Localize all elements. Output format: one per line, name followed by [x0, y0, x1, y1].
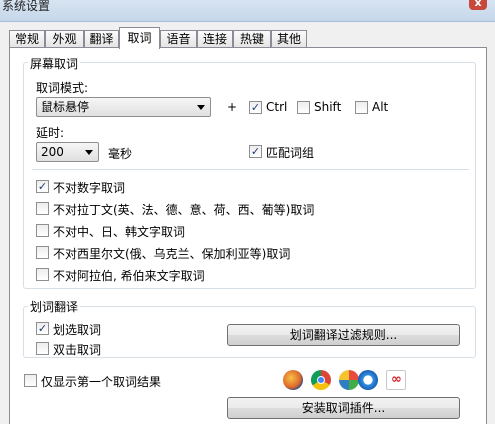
- exclusion-label-numbers: 不对数字取词: [53, 181, 126, 195]
- window-title: 系统设置: [2, 0, 51, 13]
- first-result-only-checkbox[interactable]: [24, 374, 37, 387]
- shift-label: Shift: [314, 100, 342, 114]
- delay-label: 延时:: [36, 126, 65, 140]
- divider: [32, 169, 469, 170]
- mode-label: 取词模式:: [36, 81, 89, 95]
- tab-other[interactable]: 其他: [271, 30, 307, 48]
- ctrl-label: Ctrl: [266, 100, 288, 114]
- tab-appearance[interactable]: 外观: [45, 30, 84, 48]
- select-capture-checkbox[interactable]: ✓: [36, 322, 49, 335]
- exclusion-label-latin: 不对拉丁文(英、法、德、意、荷、西、葡等)取词: [53, 203, 315, 217]
- exclusion-checkbox-latin[interactable]: [36, 202, 49, 215]
- mode-select-value: 鼠标悬停: [41, 100, 90, 114]
- delay-unit: 毫秒: [108, 147, 133, 161]
- exclusion-checkbox-arabic[interactable]: [36, 268, 49, 281]
- tab-voice[interactable]: 语音: [160, 30, 197, 48]
- acrobat-icon[interactable]: ∞: [386, 370, 406, 390]
- tab-translate[interactable]: 翻译: [84, 30, 119, 48]
- exclusion-label-arabic: 不对阿拉伯, 希伯来文字取词: [53, 269, 205, 283]
- check-icon: ✓: [37, 322, 48, 335]
- alt-checkbox[interactable]: [355, 101, 368, 114]
- check-icon: ✓: [250, 145, 261, 158]
- match-phrase-label: 匹配词组: [266, 146, 315, 160]
- screen-capture-title: 屏幕取词: [28, 55, 81, 72]
- chevron-down-icon: [197, 105, 205, 110]
- check-icon: ✓: [250, 101, 261, 114]
- match-phrase-checkbox[interactable]: ✓: [249, 145, 262, 158]
- title-bar: 系统设置 x: [0, 0, 495, 22]
- delay-select[interactable]: 200: [36, 142, 99, 162]
- select-translate-title: 划词翻译: [28, 298, 81, 315]
- exclusion-checkbox-numbers[interactable]: ✓: [36, 180, 49, 193]
- maxthon-icon[interactable]: [339, 370, 359, 390]
- chevron-down-icon: [85, 150, 93, 155]
- tab-connection[interactable]: 连接: [197, 30, 233, 48]
- install-plugin-button[interactable]: 安装取词插件...: [227, 397, 460, 419]
- shift-checkbox[interactable]: [297, 101, 310, 114]
- tab-general[interactable]: 常规: [9, 30, 45, 48]
- plus-sign: +: [227, 100, 238, 114]
- exclusion-checkbox-cyrillic[interactable]: [36, 246, 49, 259]
- select-capture-label: 划选取词: [53, 323, 102, 337]
- ie-icon[interactable]: [358, 370, 378, 390]
- exclusion-label-cjk: 不对中、日、韩文字取词: [53, 225, 186, 239]
- mode-select[interactable]: 鼠标悬停: [36, 97, 211, 117]
- close-icon[interactable]: x: [469, 0, 487, 10]
- tab-hotkeys[interactable]: 热键: [233, 30, 271, 48]
- settings-panel: 屏幕取词 取词模式: 鼠标悬停 + ✓ Ctrl Shift Alt 延时: 2…: [9, 47, 487, 424]
- exclusion-checkbox-cjk[interactable]: [36, 224, 49, 237]
- delay-select-value: 200: [41, 145, 64, 159]
- first-result-only-label: 仅显示第一个取词结果: [41, 375, 162, 389]
- chrome-center: [317, 376, 325, 384]
- alt-label: Alt: [372, 100, 389, 114]
- dblclick-capture-checkbox[interactable]: [36, 342, 49, 355]
- chrome-icon[interactable]: [311, 370, 331, 390]
- tab-capture[interactable]: 取词: [119, 27, 160, 49]
- check-icon: ✓: [37, 180, 48, 193]
- exclusion-label-cyrillic: 不对西里尔文(俄、乌克兰、保加利亚等)取词: [53, 247, 291, 261]
- firefox-icon[interactable]: [283, 370, 303, 390]
- ctrl-checkbox[interactable]: ✓: [249, 101, 262, 114]
- filter-rules-button[interactable]: 划词翻译过滤规则...: [227, 324, 460, 346]
- acrobat-glyph: ∞: [391, 372, 402, 387]
- dblclick-capture-label: 双击取词: [53, 343, 102, 357]
